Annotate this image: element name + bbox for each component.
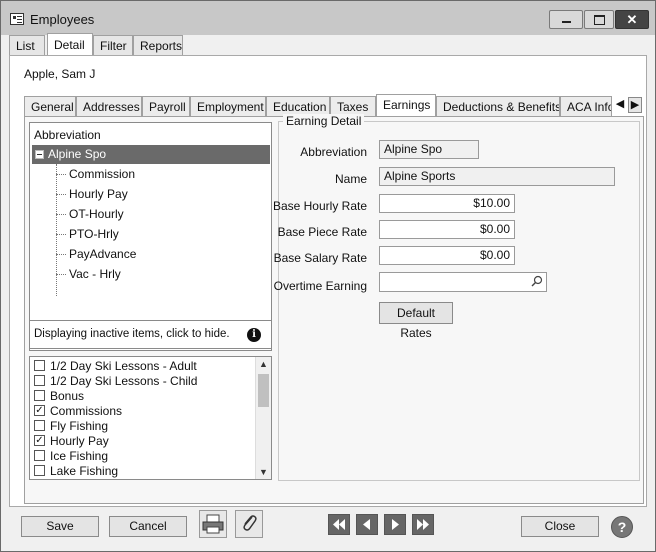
overtime-earning-input[interactable] [379,272,547,292]
checkbox[interactable] [34,360,45,371]
paperclip-icon [243,515,257,531]
tab-scroll-right-button[interactable]: ▶ [628,97,642,113]
scroll-down-icon[interactable]: ▼ [256,465,271,479]
help-icon[interactable]: ? [611,516,633,538]
tree-root-label: Alpine Spo [48,147,107,161]
default-rates-button[interactable]: Default Rates [379,302,453,340]
inactive-items-notice[interactable]: Displaying inactive items, click to hide… [29,320,272,349]
checklist-scrollbar[interactable]: ▲ ▼ [255,357,271,479]
collapse-icon[interactable] [35,150,44,159]
info-icon: i [247,328,261,342]
print-button[interactable] [199,510,227,538]
search-icon[interactable] [531,275,543,287]
maximize-button[interactable] [584,10,614,29]
tab-addresses[interactable]: Addresses [76,96,142,116]
next-record-icon [392,519,399,530]
tab-education[interactable]: Education [266,96,330,116]
tab-employment[interactable]: Employment [190,96,266,116]
close-button[interactable]: Close [521,516,599,537]
name-label: Name [334,172,367,186]
checkbox-checked[interactable]: ✓ [34,405,45,416]
name-field: Alpine Sports [379,167,615,186]
first-record-icon [333,519,345,530]
employee-name: Apple, Sam J [24,67,96,81]
minimize-button[interactable] [549,10,583,29]
last-record-button[interactable] [412,514,434,535]
base-hourly-rate-input[interactable]: $10.00 [379,194,515,213]
printer-icon [202,514,224,534]
abbreviation-field: Alpine Spo [379,140,479,159]
overtime-earning-label: Overtime Earning [273,279,367,293]
last-record-icon [417,519,429,530]
tab-filter[interactable]: Filter [93,35,133,55]
tab-aca-info[interactable]: ACA Info [560,96,612,116]
detail-content: Apple, Sam J General Addresses Payroll E… [9,55,647,507]
earnings-checklist: 1/2 Day Ski Lessons - Adult 1/2 Day Ski … [29,356,272,480]
attachment-button[interactable] [235,510,263,538]
inactive-notice-text: Displaying inactive items, click to hide… [34,328,230,340]
previous-record-button[interactable] [356,514,378,535]
earnings-panel: Abbreviation Alpine Spo Commission Hourl… [24,114,644,504]
scroll-up-icon[interactable]: ▲ [256,357,271,371]
checkbox[interactable] [34,420,45,431]
abbreviation-label: Abbreviation [300,145,367,159]
tree-header: Abbreviation [34,128,101,142]
close-window-button[interactable]: ✕ [615,10,649,29]
checkbox[interactable] [34,465,45,476]
tab-deductions-benefits[interactable]: Deductions & Benefits [436,96,560,116]
title-bar: Employees ✕ [1,1,655,35]
checkbox[interactable] [34,375,45,386]
window-title: Employees [30,12,95,27]
tab-payroll[interactable]: Payroll [142,96,190,116]
first-record-button[interactable] [328,514,350,535]
employees-window: Employees ✕ List Detail Filter Reports A… [0,0,656,552]
save-button[interactable]: Save [21,516,99,537]
base-salary-rate-input[interactable]: $0.00 [379,246,515,265]
base-piece-rate-label: Base Piece Rate [277,225,367,239]
checkbox[interactable] [34,390,45,401]
tab-earnings[interactable]: Earnings [376,94,436,117]
base-salary-rate-label: Base Salary Rate [273,251,367,265]
sub-tab-strip: General Addresses Payroll Employment Edu… [24,94,644,117]
base-piece-rate-input[interactable]: $0.00 [379,220,515,239]
cancel-button[interactable]: Cancel [109,516,187,537]
tab-taxes[interactable]: Taxes [330,96,376,116]
earning-detail-title: Earning Detail [283,114,365,128]
close-icon: ✕ [626,12,638,27]
checkbox[interactable] [34,450,45,461]
app-icon [10,13,24,25]
tree-connector [56,164,58,296]
tab-scroll-left-button[interactable]: ◀ [613,97,627,113]
tab-list[interactable]: List [9,35,45,55]
tab-detail[interactable]: Detail [47,33,93,55]
base-hourly-rate-label: Base Hourly Rate [272,199,367,213]
tab-reports[interactable]: Reports [133,35,183,55]
scroll-thumb[interactable] [258,374,269,407]
checkbox-checked[interactable]: ✓ [34,435,45,446]
previous-record-icon [363,519,370,530]
tab-general[interactable]: General [24,96,76,116]
next-record-button[interactable] [384,514,406,535]
